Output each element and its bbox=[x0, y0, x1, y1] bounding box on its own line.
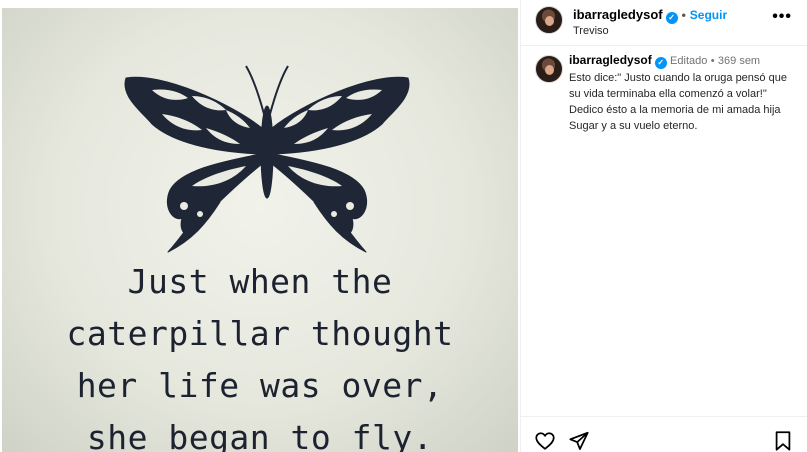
quote-line: caterpillar thought bbox=[66, 314, 454, 353]
more-options-icon[interactable]: ••• bbox=[772, 8, 792, 26]
header-user-line: ibarragledysof ✓ • Seguir bbox=[573, 7, 727, 24]
avatar[interactable] bbox=[535, 55, 563, 83]
post-sidebar: ibarragledysof ✓ • Seguir Treviso ••• ibarr… bbox=[520, 0, 807, 452]
caption-line: Esto dice:" Justo cuando la oruga pensó … bbox=[569, 72, 787, 100]
post-media[interactable]: Just when the caterpillar thought her li… bbox=[0, 0, 520, 452]
post-header: ibarragledysof ✓ • Seguir Treviso ••• bbox=[521, 0, 807, 46]
quote-line: Just when the bbox=[127, 262, 393, 301]
bookmark-icon[interactable] bbox=[772, 430, 794, 452]
butterfly-illustration bbox=[124, 65, 410, 253]
post-quote-text: Just when the caterpillar thought her li… bbox=[2, 256, 518, 452]
verified-badge-icon: ✓ bbox=[665, 12, 678, 24]
quote-line: her life was over, bbox=[76, 366, 444, 405]
send-icon[interactable] bbox=[568, 430, 590, 452]
action-bar bbox=[521, 416, 807, 452]
separator-dot: • bbox=[681, 8, 686, 22]
separator-dot: • bbox=[710, 55, 715, 67]
location-link[interactable]: Treviso bbox=[573, 25, 609, 37]
edited-label: Editado bbox=[670, 55, 708, 67]
caption-meta: ibarragledysof ✓ Editado • 369 sem bbox=[569, 52, 801, 69]
header-username[interactable]: ibarragledysof bbox=[573, 7, 663, 22]
verified-badge-icon: ✓ bbox=[654, 57, 667, 69]
caption-line: Dedico ésto a la memoria de mi amada hij… bbox=[569, 104, 781, 132]
instagram-post: Just when the caterpillar thought her li… bbox=[0, 0, 807, 452]
post-image[interactable]: Just when the caterpillar thought her li… bbox=[2, 8, 518, 452]
heart-icon[interactable] bbox=[534, 430, 556, 452]
follow-button[interactable]: Seguir bbox=[690, 8, 727, 22]
avatar[interactable] bbox=[535, 6, 563, 34]
caption-username[interactable]: ibarragledysof bbox=[569, 53, 652, 67]
post-timestamp[interactable]: 369 sem bbox=[718, 55, 760, 67]
caption-body: ibarragledysof ✓ Editado • 369 sem Esto d… bbox=[569, 52, 801, 134]
quote-line: she began to fly. bbox=[86, 418, 434, 452]
caption-text: Esto dice:" Justo cuando la oruga pensó … bbox=[569, 70, 801, 134]
